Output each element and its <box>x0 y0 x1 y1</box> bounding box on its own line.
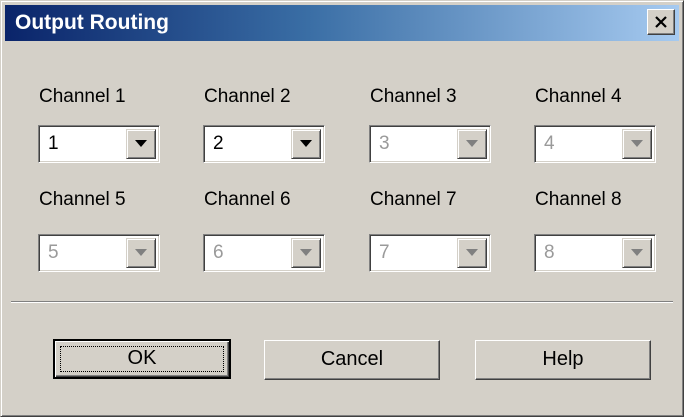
channel-1-value: 1 <box>48 133 59 154</box>
channel-7-select: 7 <box>369 234 491 272</box>
chevron-down-icon <box>300 140 312 147</box>
channel-3-select: 3 <box>369 125 491 163</box>
channel-2-dropdown-button[interactable] <box>291 129 321 159</box>
help-button[interactable]: Help <box>475 340 651 380</box>
channel-8-label: Channel 8 <box>535 189 622 210</box>
chevron-down-icon <box>466 249 478 256</box>
channel-2-label: Channel 2 <box>204 86 291 107</box>
channel-6-label: Channel 6 <box>204 189 291 210</box>
chevron-down-icon <box>135 140 147 147</box>
channel-3-value: 3 <box>379 133 390 154</box>
channel-4-dropdown-button <box>622 129 652 159</box>
chevron-down-icon <box>631 249 643 256</box>
chevron-down-icon <box>300 249 312 256</box>
close-icon <box>655 16 667 28</box>
help-button-label: Help <box>542 348 584 370</box>
channel-8-dropdown-button <box>622 238 652 268</box>
channel-2-select[interactable]: 2 <box>203 125 325 163</box>
title-bar[interactable]: Output Routing <box>5 5 679 41</box>
chevron-down-icon <box>466 140 478 147</box>
chevron-down-icon <box>631 140 643 147</box>
chevron-down-icon <box>135 249 147 256</box>
channel-8-select: 8 <box>534 234 656 272</box>
close-button[interactable] <box>647 9 675 35</box>
ok-button[interactable]: OK <box>53 339 231 379</box>
channel-5-dropdown-button <box>126 238 156 268</box>
channel-5-select: 5 <box>38 234 160 272</box>
channel-6-value: 6 <box>213 242 224 263</box>
separator <box>11 301 673 303</box>
channel-3-label: Channel 3 <box>370 86 457 107</box>
channel-1-dropdown-button[interactable] <box>126 129 156 159</box>
cancel-button-label: Cancel <box>320 348 384 370</box>
channel-4-label: Channel 4 <box>535 86 622 107</box>
channel-1-label: Channel 1 <box>39 86 126 107</box>
channel-7-label: Channel 7 <box>370 189 457 210</box>
channel-7-dropdown-button <box>457 238 487 268</box>
channel-4-value: 4 <box>544 133 555 154</box>
channel-3-dropdown-button <box>457 129 487 159</box>
channel-6-select: 6 <box>203 234 325 272</box>
window-title: Output Routing <box>15 11 169 34</box>
ok-button-label: OK <box>127 347 157 369</box>
cancel-button[interactable]: Cancel <box>264 340 440 380</box>
channel-6-dropdown-button <box>291 238 321 268</box>
channel-5-value: 5 <box>48 242 59 263</box>
channel-7-value: 7 <box>379 242 390 263</box>
channel-1-select[interactable]: 1 <box>38 125 160 163</box>
channel-4-select: 4 <box>534 125 656 163</box>
channel-2-value: 2 <box>213 133 224 154</box>
channel-5-label: Channel 5 <box>39 189 126 210</box>
channel-8-value: 8 <box>544 242 555 263</box>
output-routing-dialog: Output Routing Channel 1 1 Channel 2 2 C… <box>0 0 684 417</box>
